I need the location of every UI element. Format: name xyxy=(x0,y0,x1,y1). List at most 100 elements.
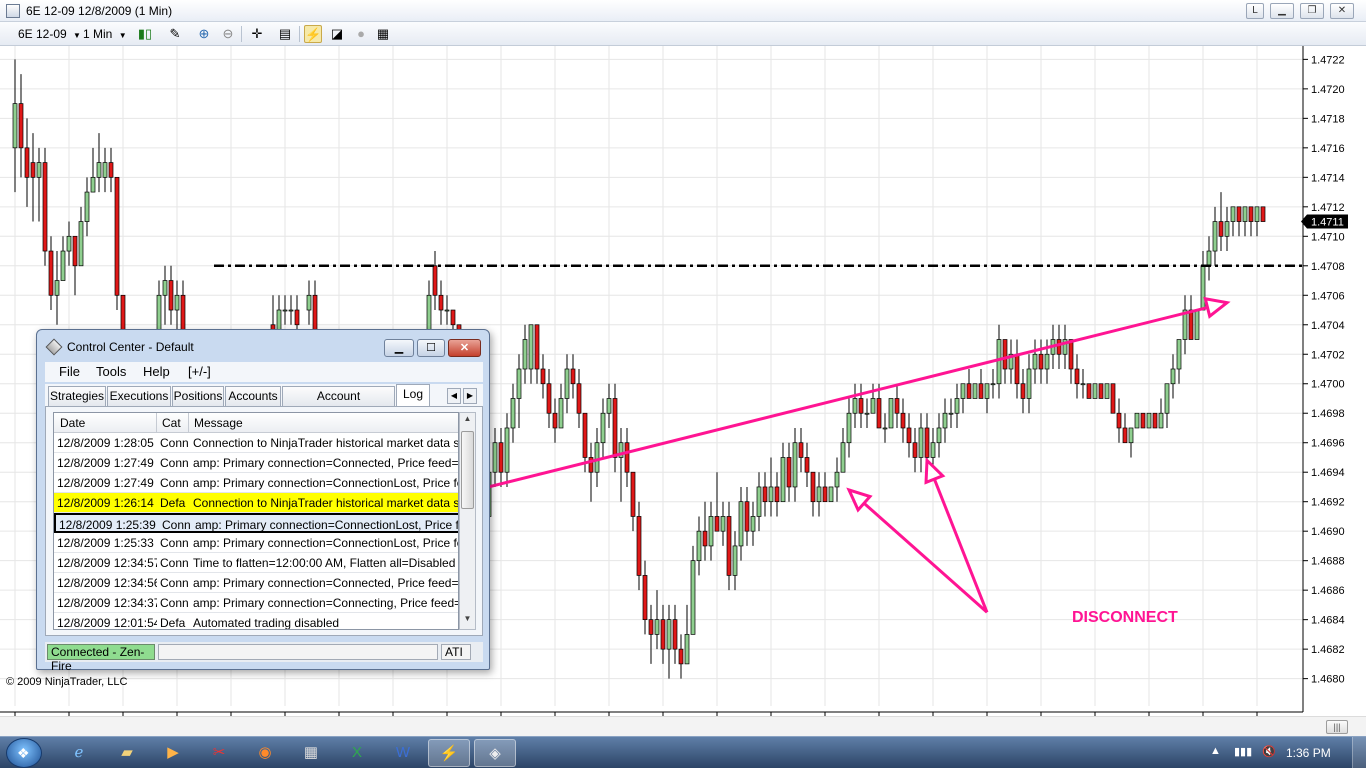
tab-accounts[interactable]: Accounts xyxy=(225,386,281,406)
menu-toggle[interactable]: [+/-] xyxy=(188,364,211,379)
candle-down xyxy=(1218,221,1224,237)
column-date[interactable]: Date xyxy=(60,416,85,430)
candle-down xyxy=(1068,339,1074,370)
log-row[interactable]: 12/8/2009 1:27:49 Conn amp: Primary connec… xyxy=(54,473,458,493)
word-icon[interactable]: W xyxy=(382,739,424,767)
link-button[interactable]: L xyxy=(1246,3,1264,19)
log-row[interactable]: 12/8/2009 1:26:14 Defa Connection to Ninja… xyxy=(54,493,458,513)
menu-tools[interactable]: Tools xyxy=(96,364,126,379)
candle-up xyxy=(1044,353,1050,370)
log-row[interactable]: 12/8/2009 12:01:54 Defa Automated trading … xyxy=(54,613,458,629)
menu-file[interactable]: File xyxy=(59,364,80,379)
candle-up xyxy=(870,398,876,414)
candle-down xyxy=(630,471,636,517)
media-player-icon[interactable]: ▶ xyxy=(152,739,194,767)
volume-muted-icon[interactable]: 🔇 xyxy=(1262,745,1276,758)
calculator-icon[interactable]: ▦ xyxy=(290,739,332,767)
y-tick-label: 1.4686 xyxy=(1311,585,1345,597)
crosshair-icon[interactable]: ✛ xyxy=(248,25,266,43)
cc-maximize-button[interactable]: ☐ xyxy=(417,339,445,357)
log-message: amp: Primary connection=ConnectionLost, … xyxy=(193,536,459,550)
order-panel-icon[interactable]: ▦ xyxy=(374,25,392,43)
candle-up xyxy=(882,427,888,430)
candle-up xyxy=(954,398,960,414)
log-row[interactable]: 12/8/2009 1:25:33 Conn amp: Primary connec… xyxy=(54,533,459,553)
candle-down xyxy=(858,398,864,414)
snipping-tool-icon[interactable]: ✂ xyxy=(198,739,240,767)
data-box-icon[interactable]: ● xyxy=(352,25,370,43)
log-scrollbar[interactable]: ▲ ▼ xyxy=(459,412,476,630)
log-date: 12/8/2009 1:27:49 xyxy=(57,456,154,470)
candle-up xyxy=(696,530,702,562)
candle-up xyxy=(720,516,726,532)
candle-down xyxy=(906,427,912,444)
cc-minimize-button[interactable]: ▁ xyxy=(384,339,414,357)
candle-up xyxy=(1206,250,1212,267)
candle-down xyxy=(1056,339,1062,355)
disconnect-annotation: DISCONNECT xyxy=(1072,609,1178,626)
scroll-up-icon[interactable]: ▲ xyxy=(462,414,473,428)
log-grid[interactable]: Date Cat Message 12/8/2009 1:28:05 Conn Co… xyxy=(53,412,459,630)
show-desktop-button[interactable] xyxy=(1352,737,1366,768)
candle-down xyxy=(660,619,666,650)
log-date: 12/8/2009 12:34:37 xyxy=(57,596,157,610)
interval-selector[interactable]: 1 Min ▼ xyxy=(83,25,127,43)
candle-down xyxy=(1248,206,1254,222)
indicators-icon[interactable]: ◪ xyxy=(328,25,346,43)
zoom-out-icon[interactable]: ⊖ xyxy=(219,25,237,43)
properties-icon[interactable]: ▤ xyxy=(276,25,294,43)
start-button[interactable]: ❖ xyxy=(6,738,42,768)
tab-executions[interactable]: Executions xyxy=(107,386,171,406)
log-row[interactable]: 12/8/2009 1:27:49 Conn amp: Primary connec… xyxy=(54,453,458,473)
y-tick-label: 1.4690 xyxy=(1311,526,1345,538)
close-button[interactable]: ✕ xyxy=(1330,3,1354,19)
y-tick-label: 1.4688 xyxy=(1311,556,1345,568)
log-row[interactable]: 12/8/2009 1:25:39 Conn amp: Primary connec… xyxy=(54,513,458,533)
tab-positions[interactable]: Positions xyxy=(172,386,224,406)
candle-up xyxy=(1128,427,1134,444)
scrollbar-thumb[interactable]: ||| xyxy=(1326,720,1348,734)
candle-up xyxy=(690,560,696,635)
y-tick-label: 1.4716 xyxy=(1311,143,1345,155)
log-row[interactable]: 12/8/2009 12:34:57 Conn Time to flatten=12… xyxy=(54,553,458,573)
taskbar-clock[interactable]: 1:36 PM xyxy=(1286,746,1331,760)
y-tick-label: 1.4706 xyxy=(1311,290,1345,302)
drawing-tool-icon[interactable]: ✎ xyxy=(166,25,184,43)
instrument-selector[interactable]: 6E 12-09 ▼ xyxy=(18,25,81,43)
tab-scroll-right-icon[interactable]: ▶ xyxy=(463,388,477,404)
log-row[interactable]: 12/8/2009 12:34:37 Conn amp: Primary conne… xyxy=(54,593,458,613)
log-header: Date Cat Message xyxy=(54,413,458,433)
log-row[interactable]: 12/8/2009 1:28:05 Conn Connection to Ninja… xyxy=(54,433,458,453)
chart-style-icon[interactable]: ▮▯ xyxy=(136,25,154,43)
column-message[interactable]: Message xyxy=(194,416,243,430)
candle-up xyxy=(1164,383,1170,414)
log-row[interactable]: 12/8/2009 12:34:56 Conn amp: Primary conne… xyxy=(54,573,458,593)
excel-icon[interactable]: X xyxy=(336,739,378,767)
scroll-down-icon[interactable]: ▼ xyxy=(462,614,473,628)
restore-button[interactable]: ❐ xyxy=(1300,3,1324,19)
folder-icon[interactable]: ▰ xyxy=(106,739,148,767)
cc-close-button[interactable]: ✕ xyxy=(448,339,481,357)
internet-explorer-icon[interactable]: ℯ xyxy=(58,739,100,767)
firefox-icon[interactable]: ◉ xyxy=(244,739,286,767)
tab-log[interactable]: Log xyxy=(396,384,430,406)
y-tick-label: 1.4720 xyxy=(1311,84,1345,96)
scrollbar-thumb[interactable] xyxy=(461,431,474,509)
tab-account-performance[interactable]: Account Performance xyxy=(282,386,395,421)
minimize-button[interactable]: ▁ xyxy=(1270,3,1294,19)
network-icon[interactable]: ▮▮▮ xyxy=(1234,745,1252,758)
candle-down xyxy=(1152,412,1158,429)
candle-down xyxy=(582,412,588,458)
tab-strategies[interactable]: Strategies xyxy=(48,386,106,406)
chart-scrollbar[interactable]: ||| xyxy=(0,716,1366,736)
strategies-icon[interactable]: ⚡ xyxy=(304,25,322,43)
zoom-in-icon[interactable]: ⊕ xyxy=(195,25,213,43)
candle-up xyxy=(1146,412,1152,429)
column-cat[interactable]: Cat xyxy=(162,416,181,430)
tab-scroll-left-icon[interactable]: ◀ xyxy=(447,388,461,404)
ninjatrader-control-center-icon[interactable]: ◈ xyxy=(474,739,516,767)
show-hidden-icons-icon[interactable]: ▲ xyxy=(1210,745,1221,757)
control-center-window[interactable]: Control Center - Default ▁ ☐ ✕ File Tool… xyxy=(36,329,490,673)
ninjatrader-chart-icon[interactable]: ⚡ xyxy=(428,739,470,767)
menu-help[interactable]: Help xyxy=(143,364,170,379)
